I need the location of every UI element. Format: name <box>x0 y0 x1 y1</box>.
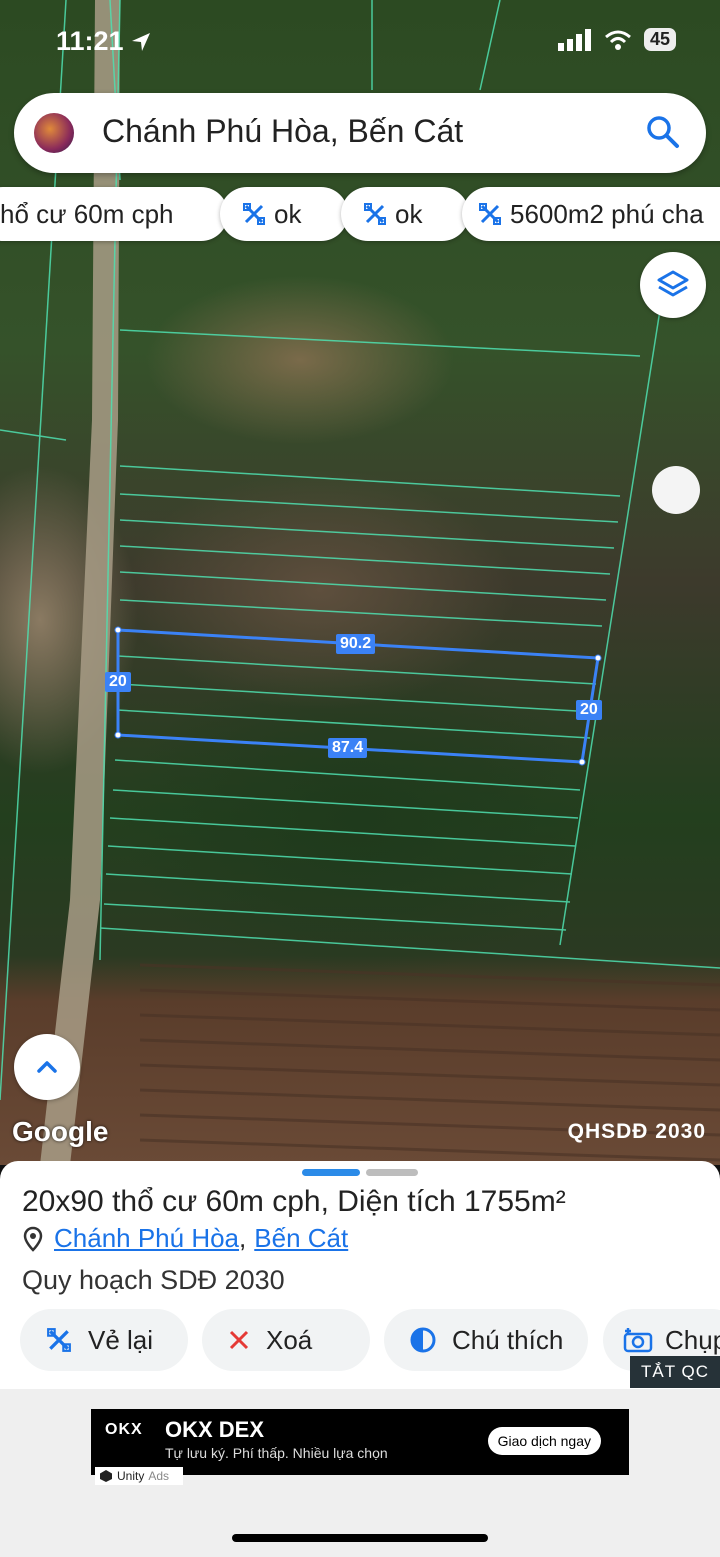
ad-network-badge: Unity Ads <box>95 1467 183 1485</box>
avatar[interactable] <box>34 113 74 153</box>
layer-label: QHSDĐ 2030 <box>567 1120 706 1143</box>
chip-label: 5600m2 phú cha <box>510 198 704 229</box>
location-link-district[interactable]: Bến Cát <box>254 1223 348 1254</box>
hide-ads-button[interactable]: TẮT QC <box>630 1356 720 1388</box>
redraw-icon <box>47 1328 71 1352</box>
bottom-sheet[interactable]: 20x90 thổ cư 60m cph, Diện tích 1755m² C… <box>0 1161 720 1389</box>
location-link-ward[interactable]: Chánh Phú Hòa <box>54 1223 239 1254</box>
contrast-icon <box>410 1327 436 1353</box>
plan-label: Quy hoạch SDĐ 2030 <box>22 1265 285 1295</box>
status-time: 11:21 <box>56 26 124 56</box>
chip-saved-1[interactable]: hổ cư 60m cph <box>0 187 228 241</box>
redraw-button[interactable]: Vẻ lại <box>20 1309 188 1371</box>
unity-label: Unity <box>117 1469 145 1483</box>
layers-icon <box>657 270 689 297</box>
saved-parcel-chips[interactable]: hổ cư 60m cph ok ok 5600m2 phú cha <box>0 187 720 241</box>
chip-label: hổ cư 60m cph <box>0 198 174 229</box>
google-logo: Google <box>12 1116 109 1147</box>
search-query[interactable]: Chánh Phú Hòa, Bến Cát <box>102 113 463 150</box>
chevron-up-icon <box>37 1061 57 1073</box>
delete-button[interactable]: Xoá <box>202 1309 370 1371</box>
ad-title: OKX DEX <box>165 1417 265 1442</box>
search-icon[interactable] <box>646 115 680 149</box>
measure-right-label: 20 <box>576 700 602 720</box>
status-bar: 11:21 45 <box>0 22 720 62</box>
camera-icon <box>623 1328 653 1353</box>
capture-label: Chụp <box>665 1324 720 1355</box>
parcel-icon <box>479 203 501 225</box>
ad-area: OKX OKX DEX Tự lưu ký. Phí thấp. Nhiều l… <box>0 1389 720 1557</box>
ad-subtitle: Tự lưu ký. Phí thấp. Nhiều lựa chọn <box>165 1445 388 1461</box>
sheet-handle-secondary[interactable] <box>366 1169 418 1176</box>
home-indicator[interactable] <box>232 1534 488 1542</box>
parcel-icon <box>243 203 265 225</box>
okx-logo: OKX <box>105 1421 143 1438</box>
location-separator: , <box>239 1223 247 1253</box>
unity-icon <box>100 1470 112 1482</box>
layers-button[interactable] <box>640 252 706 318</box>
chip-saved-2[interactable]: ok <box>220 187 348 241</box>
assistive-touch-button[interactable] <box>652 466 700 514</box>
expand-up-button[interactable] <box>14 1034 80 1100</box>
battery-indicator: 45 <box>643 28 676 51</box>
chip-label: ok <box>274 198 302 229</box>
chip-saved-3[interactable]: ok <box>341 187 469 241</box>
signal-icon <box>557 28 591 51</box>
ad-banner[interactable]: OKX OKX DEX Tự lưu ký. Phí thấp. Nhiều l… <box>91 1409 629 1475</box>
redraw-label: Vẻ lại <box>88 1324 154 1355</box>
chip-label: ok <box>395 198 423 229</box>
measure-bottom-label: 87.4 <box>328 738 368 758</box>
measure-top-label: 90.2 <box>336 634 376 654</box>
map-view[interactable]: 90.2 87.4 20 20 11:21 45 Chánh Phú Hòa, … <box>0 0 720 1165</box>
map-overlay <box>0 0 720 1165</box>
wifi-icon <box>605 30 631 50</box>
delete-label: Xoá <box>266 1324 313 1355</box>
legend-label: Chú thích <box>452 1324 564 1355</box>
ad-cta-button[interactable]: Giao dịch ngay <box>487 1427 601 1455</box>
sheet-handle[interactable] <box>302 1169 360 1176</box>
action-row: Vẻ lại Xoá Chú thích Chụp <box>0 1309 720 1371</box>
location-arrow-icon <box>132 33 150 51</box>
legend-button[interactable]: Chú thích <box>384 1309 588 1371</box>
measure-left-label: 20 <box>105 672 131 692</box>
parcel-title: 20x90 thổ cư 60m cph, Diện tích 1755m² <box>22 1185 566 1218</box>
location-pin-icon <box>23 1226 43 1252</box>
close-icon <box>229 1330 249 1350</box>
parcel-icon <box>364 203 386 225</box>
parcel-location: Chánh Phú Hòa , Bến Cát <box>22 1223 348 1254</box>
search-bar[interactable]: Chánh Phú Hòa, Bến Cát <box>14 93 706 173</box>
chip-saved-4[interactable]: 5600m2 phú cha <box>462 187 720 241</box>
ads-label: Ads <box>148 1469 170 1483</box>
